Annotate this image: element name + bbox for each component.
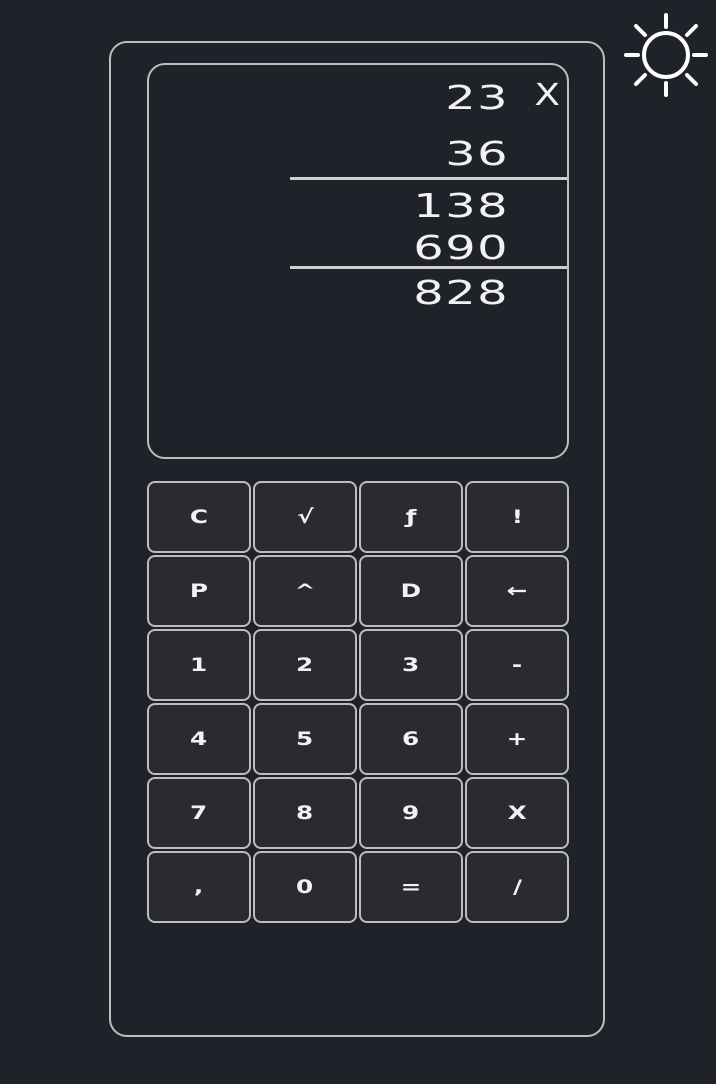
key-label: 6 (402, 728, 420, 750)
key-label: 0 (296, 876, 314, 898)
operand-1: 23 (445, 78, 509, 117)
key-label: D (400, 580, 422, 602)
key-label: 8 (296, 802, 314, 824)
power-button[interactable]: ^ (253, 555, 357, 627)
operand-2: 36 (445, 134, 509, 173)
square-root-button[interactable]: √ (253, 481, 357, 553)
key-label: ← (506, 580, 528, 602)
digit-4-button[interactable]: 4 (147, 703, 251, 775)
key-label: √ (296, 506, 314, 528)
divide-button[interactable]: / (465, 851, 569, 923)
equals-button[interactable]: = (359, 851, 463, 923)
digit-1-button[interactable]: 1 (147, 629, 251, 701)
partial-product-1: 138 (413, 186, 509, 225)
key-label: 4 (190, 728, 208, 750)
key-label: 9 (402, 802, 420, 824)
function-button[interactable]: ƒ (359, 481, 463, 553)
digit-9-button[interactable]: 9 (359, 777, 463, 849)
key-label: - (511, 654, 523, 676)
digit-5-button[interactable]: 5 (253, 703, 357, 775)
key-label: X (507, 802, 527, 824)
multiply-button[interactable]: X (465, 777, 569, 849)
divider-line (290, 266, 567, 269)
operator-symbol: X (534, 78, 561, 113)
key-label: C (189, 506, 209, 528)
digit-2-button[interactable]: 2 (253, 629, 357, 701)
result-value: 828 (413, 273, 509, 312)
key-label: , (194, 876, 204, 898)
subtract-button[interactable]: - (465, 629, 569, 701)
backspace-button[interactable]: ← (465, 555, 569, 627)
factorial-button[interactable]: ! (465, 481, 569, 553)
key-label: ƒ (405, 506, 417, 528)
key-label: 2 (296, 654, 314, 676)
digit-6-button[interactable]: 6 (359, 703, 463, 775)
key-label: 5 (296, 728, 314, 750)
key-label: 7 (190, 802, 208, 824)
partial-product-2: 690 (413, 228, 509, 267)
sun-icon (624, 13, 708, 97)
calculation-display: 23 X 36 138 690 828 (147, 63, 569, 459)
key-label: ! (511, 506, 523, 528)
key-label: + (506, 728, 528, 750)
digit-0-button[interactable]: 0 (253, 851, 357, 923)
keypad: C √ ƒ ! P ^ D ← 1 2 3 - 4 5 6 + 7 8 9 X … (147, 481, 569, 923)
key-label: ^ (294, 580, 316, 602)
add-button[interactable]: + (465, 703, 569, 775)
key-label: 1 (190, 654, 208, 676)
d-button[interactable]: D (359, 555, 463, 627)
key-label: 3 (402, 654, 420, 676)
clear-button[interactable]: C (147, 481, 251, 553)
digit-8-button[interactable]: 8 (253, 777, 357, 849)
divider-line (290, 177, 567, 180)
decimal-comma-button[interactable]: , (147, 851, 251, 923)
p-button[interactable]: P (147, 555, 251, 627)
digit-7-button[interactable]: 7 (147, 777, 251, 849)
digit-3-button[interactable]: 3 (359, 629, 463, 701)
key-label: P (189, 580, 209, 602)
theme-toggle-button[interactable] (622, 12, 710, 100)
key-label: / (512, 876, 522, 898)
key-label: = (400, 876, 422, 898)
